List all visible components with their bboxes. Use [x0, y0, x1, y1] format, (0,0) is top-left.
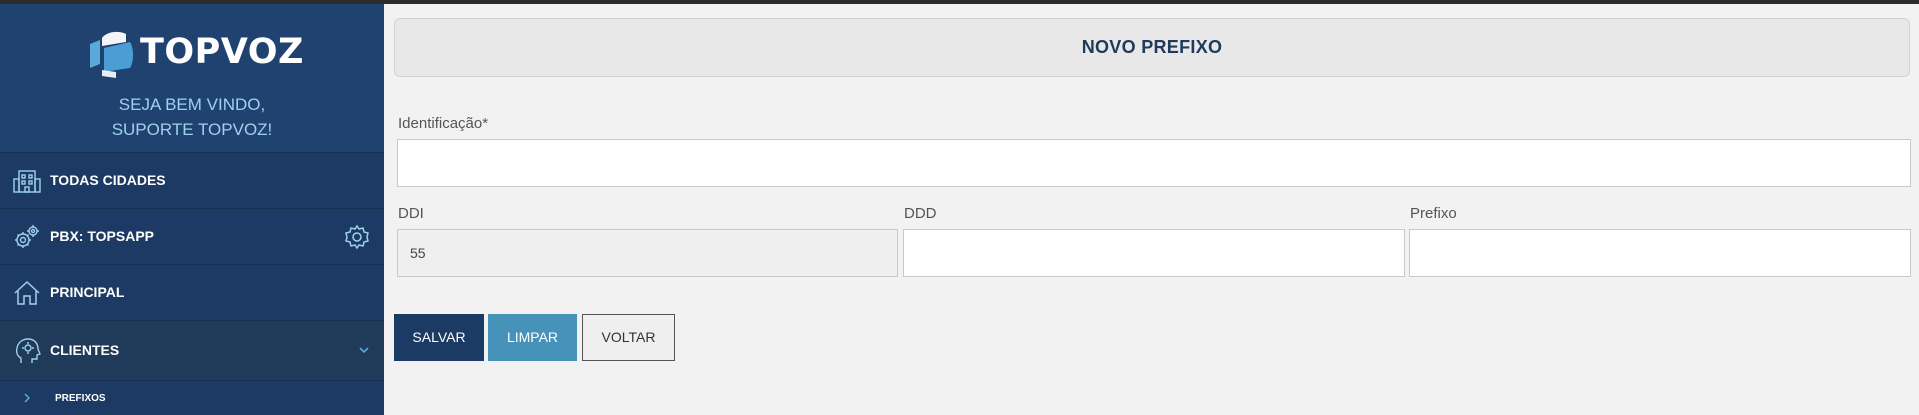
sidebar-item-label: TODAS CIDADES	[50, 172, 166, 188]
ddd-input[interactable]	[903, 229, 1405, 277]
sidebar-subitem-label: PREFIXOS	[55, 393, 106, 404]
clear-button[interactable]: LIMPAR	[488, 314, 577, 361]
chevron-down-icon[interactable]	[358, 344, 370, 356]
sidebar: TOPVOZ SEJA BEM VINDO, SUPORTE TOPVOZ! T…	[0, 4, 384, 415]
topvoz-logo[interactable]: TOPVOZ	[86, 26, 306, 82]
save-button[interactable]: SALVAR	[394, 314, 484, 361]
sidebar-item-pbx[interactable]: PBX: TOPSAPP	[0, 208, 384, 264]
logo-text: TOPVOZ	[140, 32, 304, 72]
ddi-label: DDI	[398, 205, 424, 222]
home-icon	[14, 280, 40, 305]
welcome-line-1: SEJA BEM VINDO,	[118, 95, 266, 114]
chevron-right-icon	[24, 393, 31, 403]
prefixo-label: Prefixo	[1410, 205, 1457, 222]
gears-icon	[15, 225, 39, 248]
sidebar-item-label: PRINCIPAL	[50, 284, 125, 300]
sidebar-item-label: CLIENTES	[50, 342, 120, 358]
welcome-line-2: SUPORTE TOPVOZ!	[111, 120, 273, 139]
brand-header: TOPVOZ SEJA BEM VINDO, SUPORTE TOPVOZ!	[0, 4, 384, 152]
sidebar-item-principal[interactable]: PRINCIPAL	[0, 264, 384, 320]
sidebar-item-todas-cidades[interactable]: TODAS CIDADES	[0, 152, 384, 208]
building-icon	[13, 170, 41, 193]
identificacao-label: Identificação*	[398, 115, 489, 132]
gear-icon[interactable]	[343, 223, 371, 251]
identificacao-input[interactable]	[397, 139, 1911, 187]
sidebar-subitem-prefixos[interactable]: PREFIXOS	[0, 380, 384, 415]
back-button[interactable]: VOLTAR	[582, 314, 675, 361]
logo-mark-icon	[90, 31, 133, 78]
sidebar-item-label: PBX: TOPSAPP	[50, 228, 154, 244]
ddi-input[interactable]	[397, 229, 898, 277]
head-gear-icon	[15, 338, 41, 363]
ddd-label: DDD	[904, 205, 937, 222]
prefixo-input[interactable]	[1409, 229, 1911, 277]
page-title: NOVO PREFIXO	[394, 18, 1910, 77]
sidebar-item-clientes[interactable]: CLIENTES	[0, 320, 384, 380]
welcome-message: SEJA BEM VINDO, SUPORTE TOPVOZ!	[0, 92, 384, 142]
